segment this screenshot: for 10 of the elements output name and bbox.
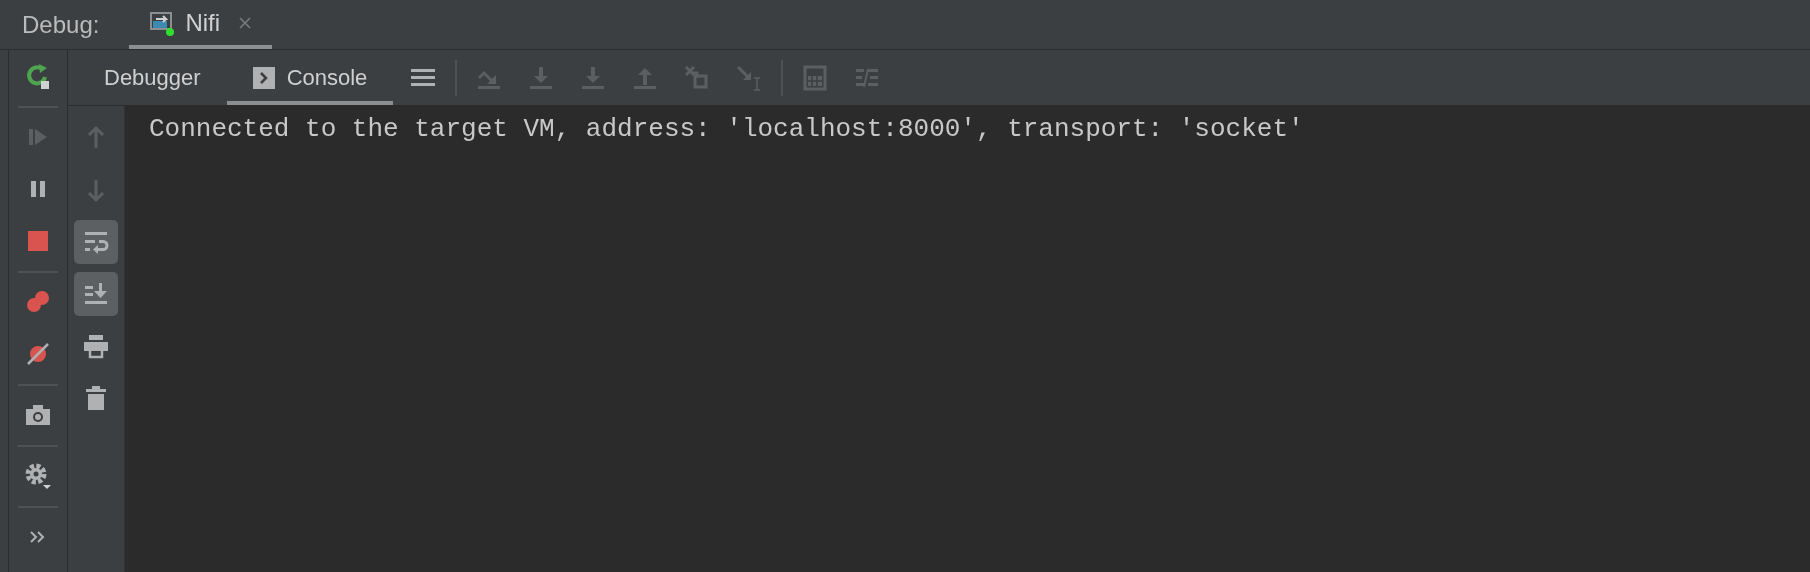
- window-icon: [149, 9, 176, 36]
- close-icon[interactable]: [238, 15, 253, 30]
- terminal-icon: [252, 66, 275, 89]
- run-tab[interactable]: Nifi: [129, 0, 273, 49]
- soft-wrap-icon[interactable]: [74, 220, 118, 264]
- settings-icon[interactable]: [23, 461, 53, 491]
- panel-label: Debug:: [22, 10, 100, 39]
- console-line: Connected to the target VM, address: 'localhost:8000', transport: 'socket': [149, 113, 1305, 146]
- view-tab[interactable]: Debugger: [78, 50, 227, 105]
- scroll-to-end-icon[interactable]: [74, 272, 118, 316]
